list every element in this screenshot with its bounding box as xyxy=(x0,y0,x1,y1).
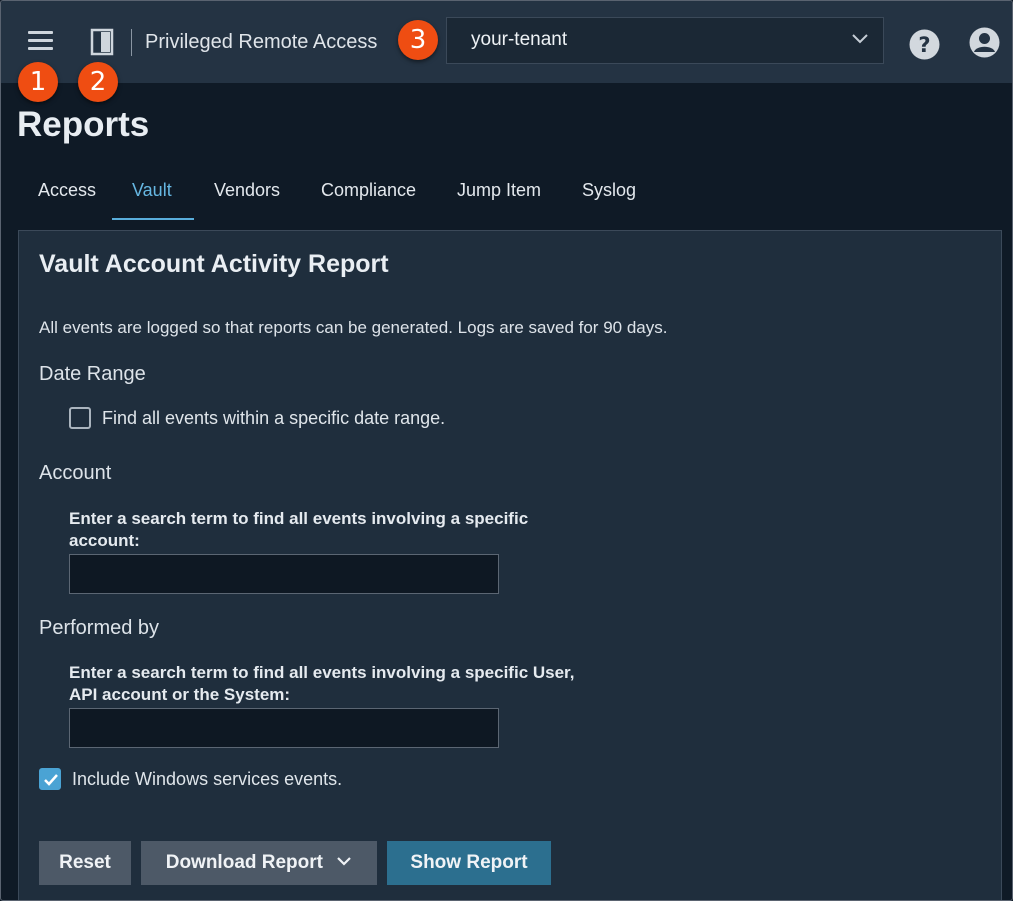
app-title: Privileged Remote Access xyxy=(145,31,378,53)
reset-button-label: Reset xyxy=(59,852,111,873)
help-icon[interactable]: ? xyxy=(909,29,940,60)
date-range-checkbox-label: Find all events within a specific date r… xyxy=(102,408,446,428)
report-intro: All events are logged so that reports ca… xyxy=(39,318,668,337)
download-report-button[interactable]: Download Report xyxy=(141,841,377,885)
app-window: Privileged Remote Access your-tenant ? 1… xyxy=(0,0,1013,901)
performed-by-section-label: Performed by xyxy=(39,617,160,639)
header-divider xyxy=(131,29,132,56)
chevron-down-icon xyxy=(852,34,868,44)
svg-text:?: ? xyxy=(918,33,930,57)
windows-services-checkbox[interactable] xyxy=(39,768,61,790)
door-icon[interactable] xyxy=(90,28,114,56)
date-range-checkbox[interactable] xyxy=(69,407,91,429)
tenant-value: your-tenant xyxy=(471,29,568,50)
show-report-button[interactable]: Show Report xyxy=(387,841,551,885)
performed-by-search-input[interactable] xyxy=(69,708,499,748)
page-title: Reports xyxy=(17,105,150,144)
reset-button[interactable]: Reset xyxy=(39,841,131,885)
tenant-select[interactable]: your-tenant xyxy=(446,17,884,64)
callout-badge: 2 xyxy=(78,62,118,102)
account-field-label: Enter a search term to find all events i… xyxy=(69,509,529,550)
callout-badge: 1 xyxy=(18,62,58,102)
windows-services-checkbox-label: Include Windows services events. xyxy=(72,769,343,789)
tab-jump-item[interactable]: Jump Item xyxy=(457,180,541,201)
download-report-button-label: Download Report xyxy=(165,852,323,873)
account-section-label: Account xyxy=(39,462,112,484)
tab-syslog[interactable]: Syslog xyxy=(582,180,636,201)
callout-badge: 3 xyxy=(398,20,438,60)
performed-by-field-label: Enter a search term to find all events i… xyxy=(69,663,575,704)
user-avatar-icon[interactable] xyxy=(969,27,1000,58)
top-bar: Privileged Remote Access your-tenant ? xyxy=(1,1,1012,83)
show-report-button-label: Show Report xyxy=(410,852,528,873)
report-title: Vault Account Activity Report xyxy=(39,250,389,278)
tab-vendors[interactable]: Vendors xyxy=(214,180,280,201)
active-tab-indicator xyxy=(112,218,194,220)
tab-access[interactable]: Access xyxy=(38,180,96,201)
chevron-down-icon xyxy=(337,857,352,867)
date-range-label: Date Range xyxy=(39,363,146,385)
tab-vault[interactable]: Vault xyxy=(132,180,172,201)
hamburger-menu-icon[interactable] xyxy=(28,31,53,53)
tab-compliance[interactable]: Compliance xyxy=(321,180,416,201)
checkmark-icon xyxy=(44,774,58,786)
account-search-input[interactable] xyxy=(69,554,499,594)
